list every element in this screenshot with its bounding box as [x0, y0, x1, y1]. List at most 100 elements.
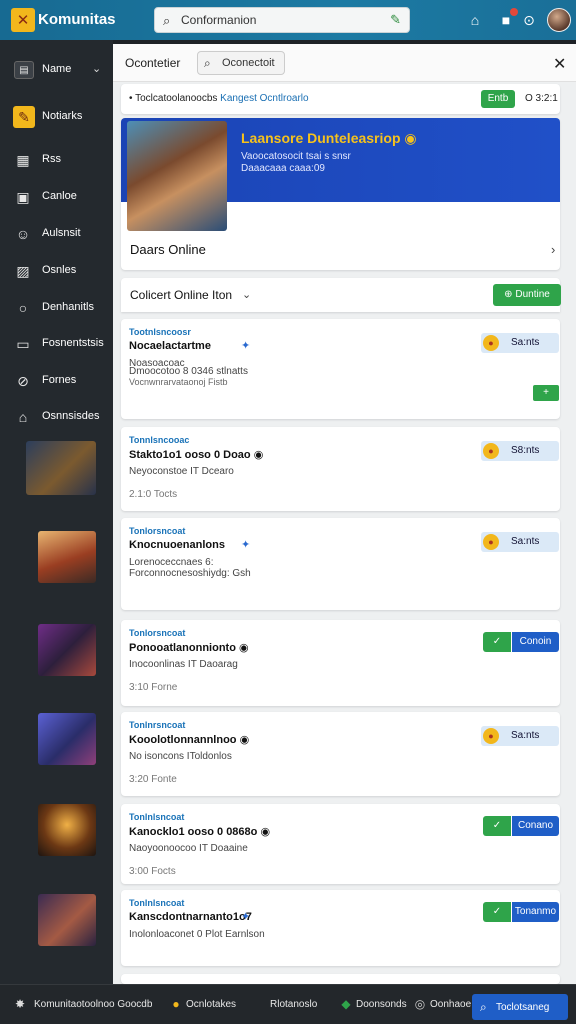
game-thumbnail[interactable] — [38, 804, 96, 856]
online-filter-dropdown[interactable]: Colicert Online Iton — [130, 288, 232, 302]
sidebar-item-denhanitls[interactable]: ○ Denhanitls — [0, 293, 113, 323]
notification-icon[interactable]: ■ — [497, 8, 518, 29]
list-item[interactable]: Tonlnlsncoat Kanscdontnarnanto1o7 ✦ Inol… — [121, 890, 560, 966]
community-icon: ✸ — [14, 997, 26, 1011]
sidebar-item-aulsnsit[interactable]: ☺ Aulsnsit — [0, 219, 113, 249]
post-tag[interactable]: Tonlnrsncoat — [129, 720, 185, 730]
notice-time: O 3:2:1 — [525, 93, 558, 104]
sidebar-item-label: Fornes — [42, 374, 77, 386]
post-title: Ponooatlanonnionto ◉ — [129, 641, 249, 654]
chevron-right-icon[interactable]: › — [551, 242, 555, 257]
verified-icon: ◉ — [404, 130, 417, 146]
panel-icon: ▤ — [14, 61, 34, 79]
game-thumbnail[interactable] — [38, 531, 96, 583]
post-title: Knocnuoenanlons — [129, 539, 225, 551]
sidebar-item-label: Aulsnsit — [42, 227, 81, 239]
list-item[interactable]: Tonnlsncooac Stakto1o1 ooso 0 Doao ◉ Ney… — [121, 427, 560, 511]
chevron-down-icon: ⌄ — [92, 63, 102, 75]
sidebar-name-selector[interactable]: ▤ Name ⌄ — [0, 55, 113, 85]
sidebar-item-label: Rss — [42, 153, 61, 165]
sidebar-item-osnles[interactable]: ▨ Osnles — [0, 256, 113, 286]
list-item[interactable]: Tonlnrsncoat Kooolotlonnannlnoo ◉ No iso… — [121, 712, 560, 796]
notes-icon: ✎ — [13, 106, 35, 128]
post-title: Kooolotlonnannlnoo ◉ — [129, 733, 249, 746]
home-icon[interactable]: ⌂ — [466, 11, 484, 29]
notice-button[interactable]: Entb — [481, 90, 515, 108]
logo-icon[interactable]: ✕ — [11, 8, 35, 32]
sidebar-item-label: Osnles — [42, 264, 77, 276]
list-item[interactable] — [121, 974, 560, 984]
join-button[interactable]: ✓ Conano — [483, 816, 559, 836]
post-footer: 2.1:0 Tocts — [129, 489, 178, 500]
post-tag[interactable]: Tonlorsncoat — [129, 526, 185, 536]
sidebar-item-fornes[interactable]: ⊘ Fornes — [0, 366, 113, 396]
list-item[interactable]: Tonlorsncoat Knocnuoenanlons ✦ Lorenocec… — [121, 518, 560, 610]
bottom-nav-item[interactable]: Oonhaoe — [430, 999, 471, 1010]
image-icon: ▨ — [16, 263, 30, 279]
brand-name[interactable]: Komunitas — [38, 11, 116, 28]
top-bar: ✕ Komunitas ⌕ ✎ ⌂ ■ ⊙ — [0, 0, 576, 40]
close-icon[interactable]: ✕ — [553, 54, 566, 74]
panel-tab-label: Oconectoit — [222, 57, 275, 69]
sidebar-name-label: Name — [42, 63, 72, 75]
post-title: Kanocklo1 ooso 0 0868o ◉ — [129, 825, 270, 838]
bottom-nav-active[interactable]: ⌕ Toclotsaneg — [472, 994, 568, 1020]
folder-icon: ▭ — [16, 336, 30, 352]
list-item[interactable]: Tonlnlsncoat Kanocklo1 ooso 0 0868o ◉ Na… — [121, 804, 560, 884]
game-thumbnail[interactable] — [26, 441, 96, 495]
sidebar-item-label: Denhanitls — [42, 301, 94, 313]
sidebar-item-canloe[interactable]: ▣ Canloe — [0, 182, 113, 212]
price-badge[interactable]: ● Sa:nts — [481, 532, 559, 552]
search-icon: ⌕ — [480, 1000, 487, 1014]
game-thumbnail[interactable] — [38, 713, 96, 765]
post-title-text: Ponooatlanonnionto — [129, 642, 236, 654]
post-tag[interactable]: Tonlorsncoat — [129, 628, 185, 638]
panel-tab-button[interactable]: ⌕ Oconectoit — [197, 51, 285, 75]
add-icon[interactable]: + — [533, 385, 559, 401]
bottom-nav-item[interactable]: Doonsonds — [356, 999, 407, 1010]
post-meta: Forconnocnesoshiydg: Gsh — [129, 568, 251, 579]
compass-icon: ⊘ — [17, 373, 29, 389]
post-meta: No isoncons IToldonlos — [129, 751, 232, 762]
sidebar-item-osnnsisdes[interactable]: ⌂ Osnnsisdes — [0, 402, 113, 432]
feature-subtitle: Daaacaaa caaa:09 — [241, 163, 325, 174]
bottom-nav-community[interactable]: Komunitaotoolnoo Goocdb — [34, 999, 152, 1010]
list-item[interactable]: Tonlorsncoat Ponooatlanonnionto ◉ Inocoo… — [121, 620, 560, 706]
notice-highlight-link[interactable]: Kangest Ocntlroarlo — [220, 93, 308, 104]
settings-icon[interactable]: ⊙ — [520, 11, 538, 29]
sidebar-item-label: Osnnsisdes — [42, 410, 100, 422]
chevron-down-icon[interactable]: ⌄ — [242, 288, 251, 301]
featured-game-image[interactable] — [127, 121, 227, 231]
filter-action-button[interactable]: ⊕ Duntine — [493, 284, 561, 306]
sidebar-item-notes[interactable]: ✎ Notiarks — [0, 102, 113, 132]
bottom-nav-item[interactable]: Ocnlotakes — [186, 999, 236, 1010]
price-badge[interactable]: ● Sa:nts — [481, 333, 559, 353]
search-input[interactable] — [181, 11, 381, 29]
game-thumbnail[interactable] — [38, 624, 96, 676]
join-button[interactable]: ✓ Conoin — [483, 632, 559, 652]
search-box[interactable]: ⌕ ✎ — [154, 7, 410, 33]
post-meta: Dmoocotoo 8 0346 stlnatts — [129, 366, 248, 377]
price-badge[interactable]: ● S8:nts — [481, 441, 559, 461]
search-icon: ⌕ — [163, 13, 171, 28]
main-panel: Ocontetier ⌕ Oconectoit ✕ • Toclcatoolan… — [113, 44, 576, 984]
game-thumbnail[interactable] — [38, 894, 96, 946]
join-button[interactable]: ✓ Tonanmo — [483, 902, 559, 922]
post-tag[interactable]: Tonlnlsncoat — [129, 898, 184, 908]
post-title: Kanscdontnarnanto1o7 — [129, 911, 252, 923]
featured-game-card[interactable]: Laansore Dunteleasriop ◉ Vaoocatosocit t… — [121, 118, 560, 270]
post-tag[interactable]: Tonnlsncooac — [129, 435, 189, 445]
sidebar-item-rss[interactable]: ▦ Rss — [0, 145, 113, 175]
search-icon: ⌕ — [204, 56, 211, 70]
post-tag[interactable]: Tonlnlsncoat — [129, 812, 184, 822]
clear-search-icon[interactable]: ✎ — [390, 12, 401, 28]
user-avatar[interactable] — [547, 8, 571, 32]
feature-title: Laansore Dunteleasriop ◉ — [241, 130, 417, 147]
price-badge[interactable]: ● Sa:nts — [481, 726, 559, 746]
list-item[interactable]: Tootnlsncoosr Nocaelactartme ✦ Noasoacoa… — [121, 319, 560, 419]
bottom-nav-item[interactable]: Rlotanoslo — [270, 999, 317, 1010]
join-label: Conano — [512, 816, 559, 836]
post-title-text: Kanocklo1 ooso 0 0868o — [129, 826, 258, 838]
sidebar-item-fosnentstsis[interactable]: ▭ Fosnentstsis — [0, 329, 113, 359]
post-tag[interactable]: Tootnlsncoosr — [129, 327, 191, 337]
